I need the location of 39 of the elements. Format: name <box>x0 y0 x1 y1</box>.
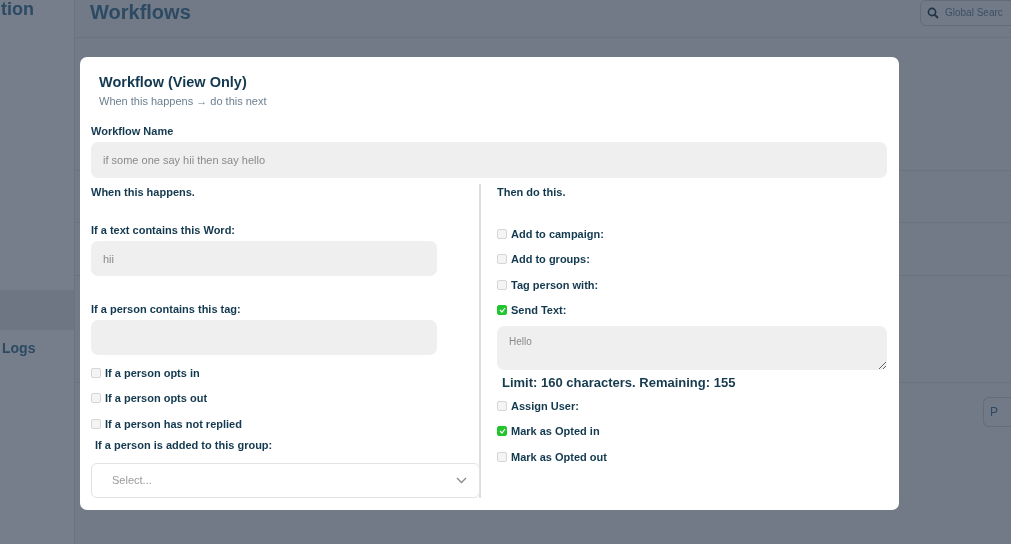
character-limit-text: Limit: 160 characters. Remaining: 155 <box>502 375 737 390</box>
sidebar-item[interactable]: tion <box>0 0 74 18</box>
checkbox-label: Assign User: <box>511 399 579 412</box>
checkbox[interactable] <box>497 400 507 411</box>
checkbox[interactable] <box>497 305 507 316</box>
sidebar-item[interactable]: Logs <box>0 340 74 356</box>
field-label: If a person contains this tag: <box>91 303 242 315</box>
checkbox[interactable] <box>91 367 101 378</box>
checkbox[interactable] <box>91 393 101 404</box>
checkbox-label: If a person opts in <box>105 366 200 379</box>
page-button[interactable]: P <box>983 397 1011 427</box>
word-field[interactable]: hii <box>91 241 437 276</box>
checkbox[interactable] <box>497 426 507 437</box>
checkbox-label: If a person has not replied <box>105 417 242 430</box>
checkbox[interactable] <box>497 254 507 265</box>
chevron-down-icon <box>456 476 467 484</box>
message-field[interactable]: Hello <box>497 326 887 370</box>
checkbox-label: Send Text: <box>511 304 567 317</box>
checkbox-label: Mark as Opted in <box>511 425 600 438</box>
checkbox[interactable] <box>497 451 507 462</box>
dialog-subtitle: When this happens → do this next <box>99 95 268 107</box>
checkbox[interactable] <box>497 228 507 239</box>
field-label: Workflow Name <box>91 125 175 137</box>
checkbox[interactable] <box>91 418 101 429</box>
checkbox-label: Mark as Opted out <box>511 450 607 463</box>
section-heading: When this happens. <box>91 186 196 198</box>
checkbox[interactable] <box>497 279 507 290</box>
dialog-title: Workflow (View Only) <box>99 74 248 90</box>
checkbox-label: Tag person with: <box>511 278 599 291</box>
checkbox-label: Add to campaign: <box>511 227 604 240</box>
group-select[interactable]: Select... <box>91 462 480 498</box>
search-icon <box>927 6 939 19</box>
checkbox-label: If a person opts out <box>105 392 208 405</box>
checkbox-label: Add to groups: <box>511 253 590 266</box>
section-heading: Then do this. <box>497 186 567 198</box>
field-label: If a person is added to this group: <box>95 438 274 451</box>
field-label: If a text contains this Word: <box>91 224 237 236</box>
page-title: Workflows <box>90 1 191 24</box>
workflow-name-field[interactable]: if some one say hii then say hello <box>91 142 887 178</box>
